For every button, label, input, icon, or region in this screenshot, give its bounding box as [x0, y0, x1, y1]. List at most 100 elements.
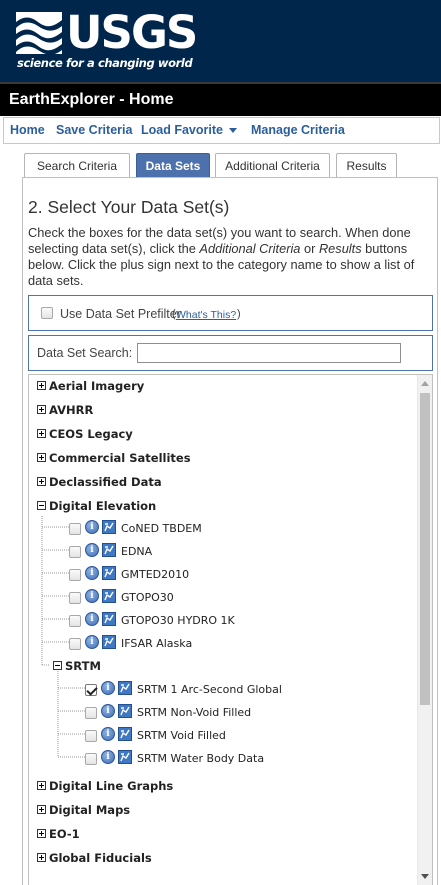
nav-save-criteria-link[interactable]: Save Criteria	[56, 123, 132, 137]
expand-plus-icon[interactable]	[37, 805, 46, 814]
dataset-checkbox[interactable]	[69, 569, 81, 581]
info-icon[interactable]: i	[85, 520, 99, 534]
tree-category-label: Global Fiducials	[49, 851, 152, 865]
expand-plus-icon[interactable]	[37, 381, 46, 390]
tree-category-row[interactable]: Declassified Data	[29, 473, 409, 493]
expand-plus-icon[interactable]	[37, 453, 46, 462]
scroll-thumb[interactable]	[420, 393, 430, 705]
usgs-tagline: science for a changing world	[17, 56, 193, 70]
tree-dataset-row[interactable]: i SRTM Void Filled	[29, 726, 409, 746]
dataset-search-label: Data Set Search:	[37, 346, 133, 360]
dataset-checkbox[interactable]	[85, 684, 97, 696]
tree-category-label: Aerial Imagery	[49, 379, 145, 393]
tree-category-row[interactable]: CEOS Legacy	[29, 425, 409, 445]
info-icon[interactable]: i	[101, 750, 115, 764]
panel-title: 2. Select Your Data Set(s)	[28, 197, 230, 217]
expand-plus-icon[interactable]	[37, 429, 46, 438]
footprint-icon[interactable]	[102, 589, 116, 603]
info-icon[interactable]: i	[85, 635, 99, 649]
prefilter-box: Use Data Set Prefilter ( What's This? )	[28, 295, 433, 331]
info-icon[interactable]: i	[101, 704, 115, 718]
expand-plus-icon[interactable]	[37, 853, 46, 862]
footprint-icon[interactable]	[102, 520, 116, 534]
tree-dataset-row[interactable]: i EDNA	[29, 542, 409, 562]
dataset-label: GMTED2010	[121, 568, 190, 581]
tree-dataset-row[interactable]: i IFSAR Alaska	[29, 634, 409, 654]
tree-category-row[interactable]: Digital Elevation	[29, 497, 409, 517]
tab-results[interactable]: Results	[336, 153, 397, 178]
main-nav: Home Save Criteria Load Favorite Manage …	[3, 117, 440, 144]
footprint-icon[interactable]	[102, 566, 116, 580]
tree-category-row[interactable]: AVHRR	[29, 401, 409, 421]
tree-category-label: Declassified Data	[49, 475, 162, 489]
tree-category-row[interactable]: Aerial Imagery	[29, 377, 409, 397]
footprint-icon[interactable]	[118, 727, 132, 741]
info-icon[interactable]: i	[85, 543, 99, 557]
footprint-icon[interactable]	[118, 681, 132, 695]
tree-dataset-row[interactable]: i SRTM 1 Arc-Second Global	[29, 680, 409, 700]
footprint-icon[interactable]	[102, 612, 116, 626]
app-title: EarthExplorer - Home	[9, 91, 174, 108]
tab-search-criteria[interactable]: Search Criteria	[24, 153, 130, 178]
dataset-checkbox[interactable]	[69, 546, 81, 558]
tree-category-label: Digital Maps	[49, 803, 131, 817]
dataset-label: IFSAR Alaska	[121, 637, 193, 650]
info-icon[interactable]: i	[101, 681, 115, 695]
info-icon[interactable]: i	[101, 727, 115, 741]
usgs-logo[interactable]: USGS science for a changing world	[16, 8, 198, 74]
info-icon[interactable]: i	[85, 612, 99, 626]
tab-data-sets[interactable]: Data Sets	[136, 153, 210, 178]
tree-category-label: EO-1	[49, 827, 80, 841]
footprint-icon[interactable]	[102, 543, 116, 557]
nav-manage-criteria-link[interactable]: Manage Criteria	[251, 123, 345, 137]
tree-dataset-row[interactable]: i SRTM Water Body Data	[29, 749, 409, 769]
dataset-checkbox[interactable]	[69, 638, 81, 650]
dataset-checkbox[interactable]	[85, 753, 97, 765]
usgs-wave-icon	[16, 12, 62, 54]
dataset-checkbox[interactable]	[69, 592, 81, 604]
nav-home-link[interactable]: Home	[10, 123, 45, 137]
tree-category-row[interactable]: Digital Maps	[29, 801, 409, 821]
tree-category-label: CEOS Legacy	[49, 427, 133, 441]
whats-this-link[interactable]: What's This?	[176, 309, 236, 321]
dataset-search-input[interactable]	[137, 343, 401, 363]
expand-plus-icon[interactable]	[37, 829, 46, 838]
tree-category-row[interactable]: Digital Line Graphs	[29, 777, 409, 797]
expand-plus-icon[interactable]	[37, 477, 46, 486]
tree-dataset-row[interactable]: i CoNED TBDEM	[29, 519, 409, 539]
collapse-minus-icon[interactable]	[53, 661, 62, 670]
nav-load-favorite-dropdown[interactable]: Load Favorite	[141, 123, 237, 137]
tree-category-label: Commercial Satellites	[49, 451, 191, 465]
info-icon[interactable]: i	[85, 566, 99, 580]
expand-plus-icon[interactable]	[37, 405, 46, 414]
tree-dataset-row[interactable]: i GTOPO30	[29, 588, 409, 608]
prefilter-label: Use Data Set Prefilter	[60, 307, 181, 321]
paren-close: )	[237, 308, 241, 320]
tree-dataset-row[interactable]: i GMTED2010	[29, 565, 409, 585]
expand-plus-icon[interactable]	[37, 781, 46, 790]
dataset-label: SRTM Water Body Data	[137, 752, 265, 765]
tree-category-row[interactable]: Global Fiducials	[29, 849, 409, 869]
collapse-minus-icon[interactable]	[37, 501, 46, 510]
scroll-up-arrow-icon[interactable]	[421, 381, 429, 386]
tree-dataset-row[interactable]: i GTOPO30 HYDRO 1K	[29, 611, 409, 631]
footprint-icon[interactable]	[118, 704, 132, 718]
prefilter-checkbox[interactable]	[41, 307, 53, 319]
tree-category-row[interactable]: EO-1	[29, 825, 409, 845]
footprint-icon[interactable]	[102, 635, 116, 649]
tab-additional-criteria[interactable]: Additional Criteria	[215, 153, 330, 178]
scroll-down-arrow-icon[interactable]	[421, 874, 429, 879]
dataset-checkbox[interactable]	[69, 523, 81, 535]
tree-scrollbar[interactable]	[417, 375, 432, 885]
dataset-checkbox[interactable]	[85, 707, 97, 719]
usgs-header: USGS science for a changing world	[0, 0, 441, 82]
footprint-icon[interactable]	[118, 750, 132, 764]
dataset-checkbox[interactable]	[69, 615, 81, 627]
app-title-bar: EarthExplorer - Home	[0, 82, 441, 116]
tree-dataset-row[interactable]: i SRTM Non-Void Filled	[29, 703, 409, 723]
info-icon[interactable]: i	[85, 589, 99, 603]
tree-subcategory-label: SRTM	[65, 659, 101, 673]
tree-subcategory-row[interactable]: SRTM	[29, 657, 409, 677]
tree-category-row[interactable]: Commercial Satellites	[29, 449, 409, 469]
dataset-checkbox[interactable]	[85, 730, 97, 742]
